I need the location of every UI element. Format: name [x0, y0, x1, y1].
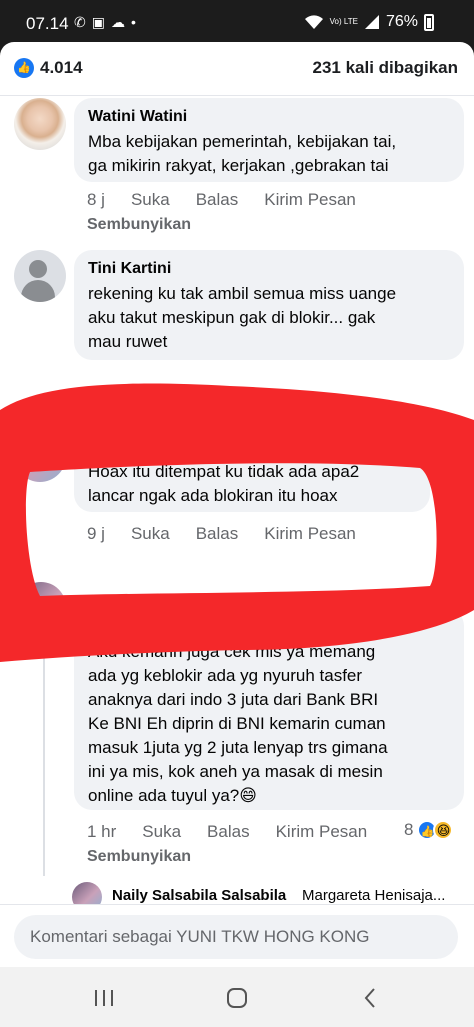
- comments-sheet: 👍 4.014 231 kali dibagikan Watini Watini…: [0, 42, 474, 967]
- comment-bubble: Watini Watini Mba kebijakan pemerintah, …: [74, 98, 464, 182]
- comment-text-line: lancar ngak ada blokiran itu hoax: [88, 486, 338, 505]
- system-indicators: Vo) LTE 76%: [304, 13, 434, 31]
- thread-line: [43, 636, 45, 876]
- network-label: Vo) LTE: [329, 17, 358, 26]
- comment-author[interactable]: Tini Kartini: [88, 260, 450, 278]
- home-icon: [227, 988, 247, 1008]
- comment-text-line: ada yg keblokir ada yg nyuruh tasfer: [88, 666, 363, 685]
- comment-bubble: M... Henisaja Aku kemarin juga cek mis y…: [74, 608, 464, 810]
- whatsapp-icon: ✆: [74, 14, 92, 30]
- post-stats: 👍 4.014 231 kali dibagikan: [0, 42, 474, 96]
- comment-actions: 9 j Suka Balas Kirim Pesan: [87, 524, 356, 544]
- default-avatar-body: [21, 280, 55, 302]
- like-button[interactable]: Suka: [131, 190, 170, 210]
- comment-composer: [0, 904, 474, 967]
- like-button[interactable]: Suka: [142, 822, 181, 842]
- comment-text-line: online ada tuyul ya?😄: [88, 786, 257, 805]
- comment-input[interactable]: [14, 915, 458, 959]
- reply-button[interactable]: Balas: [196, 190, 239, 210]
- comment-text-line: masuk 1juta yg 2 juta lenyap trs gimana: [88, 738, 388, 757]
- avatar[interactable]: [14, 250, 66, 302]
- status-bar: 07.14 ✆▣☁• Vo) LTE 76%: [0, 0, 474, 44]
- comment-actions: 1 hr Suka Balas Kirim Pesan: [87, 822, 367, 842]
- back-button[interactable]: [350, 985, 390, 1011]
- avatar[interactable]: [14, 430, 66, 482]
- share-count[interactable]: 231 kali dibagikan: [312, 58, 458, 78]
- comment-author[interactable]: M... Henisaja: [88, 618, 450, 636]
- dot-icon: •: [130, 14, 142, 30]
- comment-actions: 8 j Suka Balas Kirim Pesan: [87, 190, 356, 210]
- home-button[interactable]: [217, 985, 257, 1011]
- comment-text-line: Aku kemarin juga cek mis ya memang: [88, 642, 376, 661]
- haha-reaction-icon: 😆: [433, 820, 454, 840]
- wifi-icon: [304, 15, 323, 29]
- like-button[interactable]: Suka: [131, 524, 170, 544]
- gallery-icon: ▣: [91, 14, 111, 30]
- comment-text-line: mau ruwet: [88, 332, 168, 351]
- battery-percent: 76%: [385, 13, 418, 30]
- comment-text-line: aku takut meskipun gak di blokir... gak: [88, 308, 376, 327]
- comment-time: 8 j: [87, 190, 105, 209]
- clock: 07.14: [26, 14, 69, 33]
- default-avatar-head: [29, 260, 47, 278]
- hide-button[interactable]: Sembunyikan: [87, 848, 191, 866]
- battery-icon: [424, 13, 434, 31]
- comment-time: 9 j: [87, 524, 105, 543]
- like-icon: 👍: [14, 58, 34, 78]
- comment-text-line: ga mikirin rakyat, kerjakan ,gebrakan ta…: [88, 156, 389, 175]
- like-count[interactable]: 4.014: [40, 58, 83, 78]
- recents-icon: [95, 990, 113, 1006]
- comment-author[interactable]: Misdi Sedol: [88, 438, 416, 456]
- comment-text-line: ini ya mis, kok aneh ya masak di mesin: [88, 762, 383, 781]
- comment-bubble: Misdi Sedol Hoax itu ditempat ku tidak a…: [74, 428, 430, 512]
- reaction-count: 8: [404, 820, 414, 839]
- navigation-bar: [0, 967, 474, 1027]
- comment-author[interactable]: Watini Watini: [88, 108, 450, 126]
- send-message-button[interactable]: Kirim Pesan: [264, 190, 356, 210]
- comment-text-line: anaknya dari indo 3 juta dari Bank BRI: [88, 690, 379, 709]
- comment-text-line: rekening ku tak ambil semua miss uange: [88, 284, 397, 303]
- reply-snippet: Margareta Henisaja...: [302, 887, 446, 904]
- cloud-icon: ☁: [110, 14, 131, 30]
- recent-apps-button[interactable]: [84, 985, 124, 1011]
- comment-bubble: Tini Kartini rekening ku tak ambil semua…: [74, 250, 464, 360]
- notification-icons: ✆▣☁•: [74, 14, 142, 31]
- signal-icon: [364, 15, 379, 29]
- comment-text-line: Hoax itu ditempat ku tidak ada apa2: [88, 462, 360, 481]
- comment-time: 1 hr: [87, 822, 117, 841]
- reply-author: Naily Salsabila Salsabila: [112, 887, 287, 904]
- send-message-button[interactable]: Kirim Pesan: [276, 822, 368, 842]
- comment-text-line: Mba kebijakan pemerintah, kebijakan tai,: [88, 132, 397, 151]
- send-message-button[interactable]: Kirim Pesan: [264, 524, 356, 544]
- reply-button[interactable]: Balas: [207, 822, 250, 842]
- comment-text-line: Ke BNI Eh diprin di BNI kemarin cuman: [88, 714, 386, 733]
- reply-button[interactable]: Balas: [196, 524, 239, 544]
- comment-reactions[interactable]: 8 👍 😆: [404, 820, 454, 840]
- hide-button[interactable]: Sembunyikan: [87, 216, 191, 234]
- back-icon: [364, 988, 375, 1008]
- avatar[interactable]: [16, 582, 66, 632]
- avatar[interactable]: [14, 98, 66, 150]
